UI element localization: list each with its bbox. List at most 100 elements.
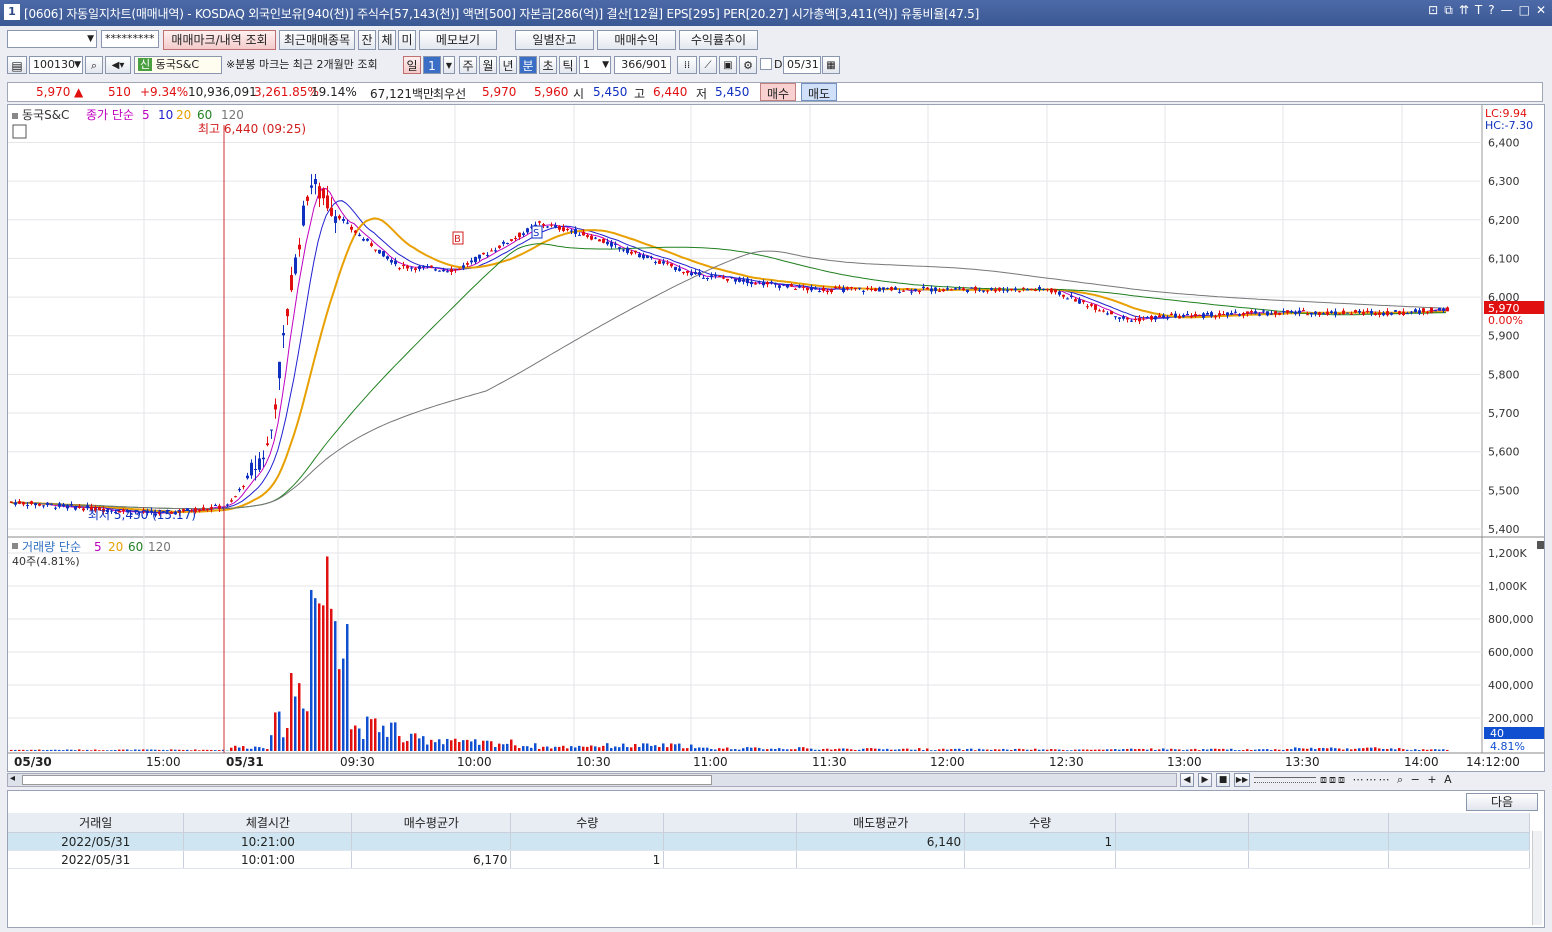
sell-button[interactable]: 매도 xyxy=(801,83,838,101)
col-buy-qty[interactable]: 수량 xyxy=(510,813,665,833)
speaker-icon[interactable]: ◀▾ xyxy=(105,56,131,74)
date-checkbox[interactable] xyxy=(760,58,772,70)
volume-bar xyxy=(914,749,917,751)
volume-bar xyxy=(1134,749,1137,751)
maximize-icon[interactable]: □ xyxy=(1519,3,1530,18)
chart-tools-icon[interactable]: ⧈⧈⧈ ⋯⋯⋯ ⌕ − + A xyxy=(1320,773,1454,787)
col-buy-avg[interactable]: 매수평균가 xyxy=(351,813,512,833)
account-select[interactable]: ▼ xyxy=(7,30,97,48)
table-row[interactable]: 2022/05/31 10:01:00 6,170 1 xyxy=(8,850,1531,869)
candle-body xyxy=(346,222,349,224)
fast-forward-icon[interactable]: ▶▶ xyxy=(1234,773,1250,787)
volume-bar xyxy=(626,747,629,751)
col-sell-avg[interactable]: 매도평균가 xyxy=(796,813,966,833)
recent-trade-stocks-button[interactable]: 최근매매종목 xyxy=(279,30,355,50)
chevron-down-icon[interactable]: ▼ xyxy=(443,56,455,74)
tab-second[interactable]: 초 xyxy=(539,56,557,74)
candle-body xyxy=(1090,304,1093,306)
candle-body xyxy=(254,469,257,471)
calendar-icon[interactable]: ▦ xyxy=(822,56,840,74)
candle-body xyxy=(622,249,625,251)
col-sell-qty[interactable]: 수량 xyxy=(964,813,1117,833)
high-label: 고 xyxy=(634,87,646,101)
col-date[interactable]: 거래일 xyxy=(8,813,185,833)
volume-bar xyxy=(1122,749,1125,751)
scroll-left-icon[interactable]: ◂ xyxy=(10,773,15,784)
trade-mark-query-button[interactable]: 매매마크/내역 조회 xyxy=(163,30,276,50)
chart-scrollbar[interactable]: ◂ xyxy=(7,773,1177,787)
candle-body xyxy=(1202,313,1205,318)
candle-body xyxy=(78,506,81,508)
volume-bar xyxy=(118,749,121,751)
candle-body xyxy=(1366,310,1369,312)
candle-body xyxy=(1026,289,1029,291)
table-row[interactable]: 2022/05/31 10:21:00 6,140 1 xyxy=(8,832,1531,851)
scroll-thumb[interactable] xyxy=(22,775,712,785)
step-forward-icon[interactable]: ▶ xyxy=(1198,773,1212,787)
line-tool-icon[interactable]: ⟋ xyxy=(699,56,717,74)
unfilled-button[interactable]: 미 xyxy=(398,30,416,50)
tab-day[interactable]: 일 xyxy=(403,56,421,74)
minimize-icon[interactable]: — xyxy=(1501,3,1513,18)
candle-body xyxy=(546,226,549,228)
volume-bar xyxy=(142,749,145,751)
cell-empty xyxy=(1115,850,1250,869)
daily-balance-button[interactable]: 일별잔고 xyxy=(515,30,594,50)
pane-menu-icon[interactable] xyxy=(1537,541,1545,549)
date-input[interactable]: 05/31 xyxy=(783,56,821,74)
cell-sell-avg: 6,140 xyxy=(796,832,966,851)
candle-body xyxy=(434,269,437,271)
tab-minute[interactable]: 분 xyxy=(519,56,537,74)
candle-body xyxy=(1030,288,1033,290)
table-scrollbar[interactable] xyxy=(1532,831,1542,925)
memo-view-button[interactable]: 메모보기 xyxy=(419,30,497,50)
layout-icon[interactable]: ▤ xyxy=(7,56,27,74)
volume-bar xyxy=(1354,748,1357,751)
save-icon[interactable]: ▣ xyxy=(719,56,737,74)
candle-body xyxy=(1134,319,1137,321)
buy-button[interactable]: 매수 xyxy=(760,83,797,101)
pin-icon[interactable]: ⇈ xyxy=(1459,3,1469,18)
candle-body xyxy=(810,286,813,291)
volume-bar xyxy=(1290,749,1293,751)
chart-panel[interactable]: 6,400 6,300 6,200 6,100 6,000 5,900 5,800 5,700… xyxy=(7,104,1545,772)
tab-month[interactable]: 월 xyxy=(479,56,497,74)
return-trend-button[interactable]: 수익률추이 xyxy=(679,30,758,50)
legend-stock[interactable]: 동국S&C xyxy=(22,108,69,122)
help-icon[interactable]: ? xyxy=(1488,3,1494,18)
table-toggle-icon[interactable] xyxy=(12,124,27,139)
interval-select[interactable]: 1 ▼ xyxy=(579,56,611,74)
volume-bar xyxy=(1082,749,1085,751)
balance-button[interactable]: 잔 xyxy=(358,30,376,50)
volume-bar xyxy=(474,739,477,751)
font-icon[interactable]: T xyxy=(1475,3,1482,18)
tab-tick[interactable]: 틱 xyxy=(559,56,577,74)
price-volume-chart[interactable]: 6,4006,3006,2006,1006,0005,9005,8005,700… xyxy=(8,105,1545,772)
tab-year[interactable]: 년 xyxy=(499,56,517,74)
volume-bar xyxy=(606,743,609,751)
gear-icon[interactable]: ⚙ xyxy=(739,56,757,74)
screen-icon[interactable]: ⊡ xyxy=(1428,3,1438,18)
candle-body xyxy=(1338,313,1341,315)
candle-type-icon[interactable]: ⁞⁞ xyxy=(677,56,697,74)
zoom-slider[interactable] xyxy=(1254,777,1316,783)
col-time[interactable]: 체결시간 xyxy=(183,813,353,833)
tab-week[interactable]: 주 xyxy=(459,56,477,74)
close-icon[interactable]: ✕ xyxy=(1536,3,1546,18)
trade-profit-button[interactable]: 매매수익 xyxy=(597,30,676,50)
candle-body xyxy=(502,241,505,244)
stock-name-field[interactable]: 신 동국S&C xyxy=(134,56,222,74)
executed-button[interactable]: 체 xyxy=(378,30,396,50)
copy-window-icon[interactable]: ⧉ xyxy=(1444,3,1453,18)
candle-body xyxy=(930,288,933,292)
volume-bar xyxy=(1378,748,1381,751)
search-icon[interactable]: ⌕ xyxy=(85,56,103,74)
password-field[interactable]: ********* xyxy=(101,30,159,48)
stock-code-input[interactable]: 100130 ▼ xyxy=(29,56,83,74)
stop-icon[interactable]: ■ xyxy=(1216,773,1230,787)
volume-bar xyxy=(98,750,101,751)
step-back-icon[interactable]: ◀ xyxy=(1180,773,1194,787)
next-button[interactable]: 다음 xyxy=(1466,793,1538,811)
volume-bar xyxy=(546,746,549,751)
period-value-select[interactable]: 1 xyxy=(423,56,441,74)
